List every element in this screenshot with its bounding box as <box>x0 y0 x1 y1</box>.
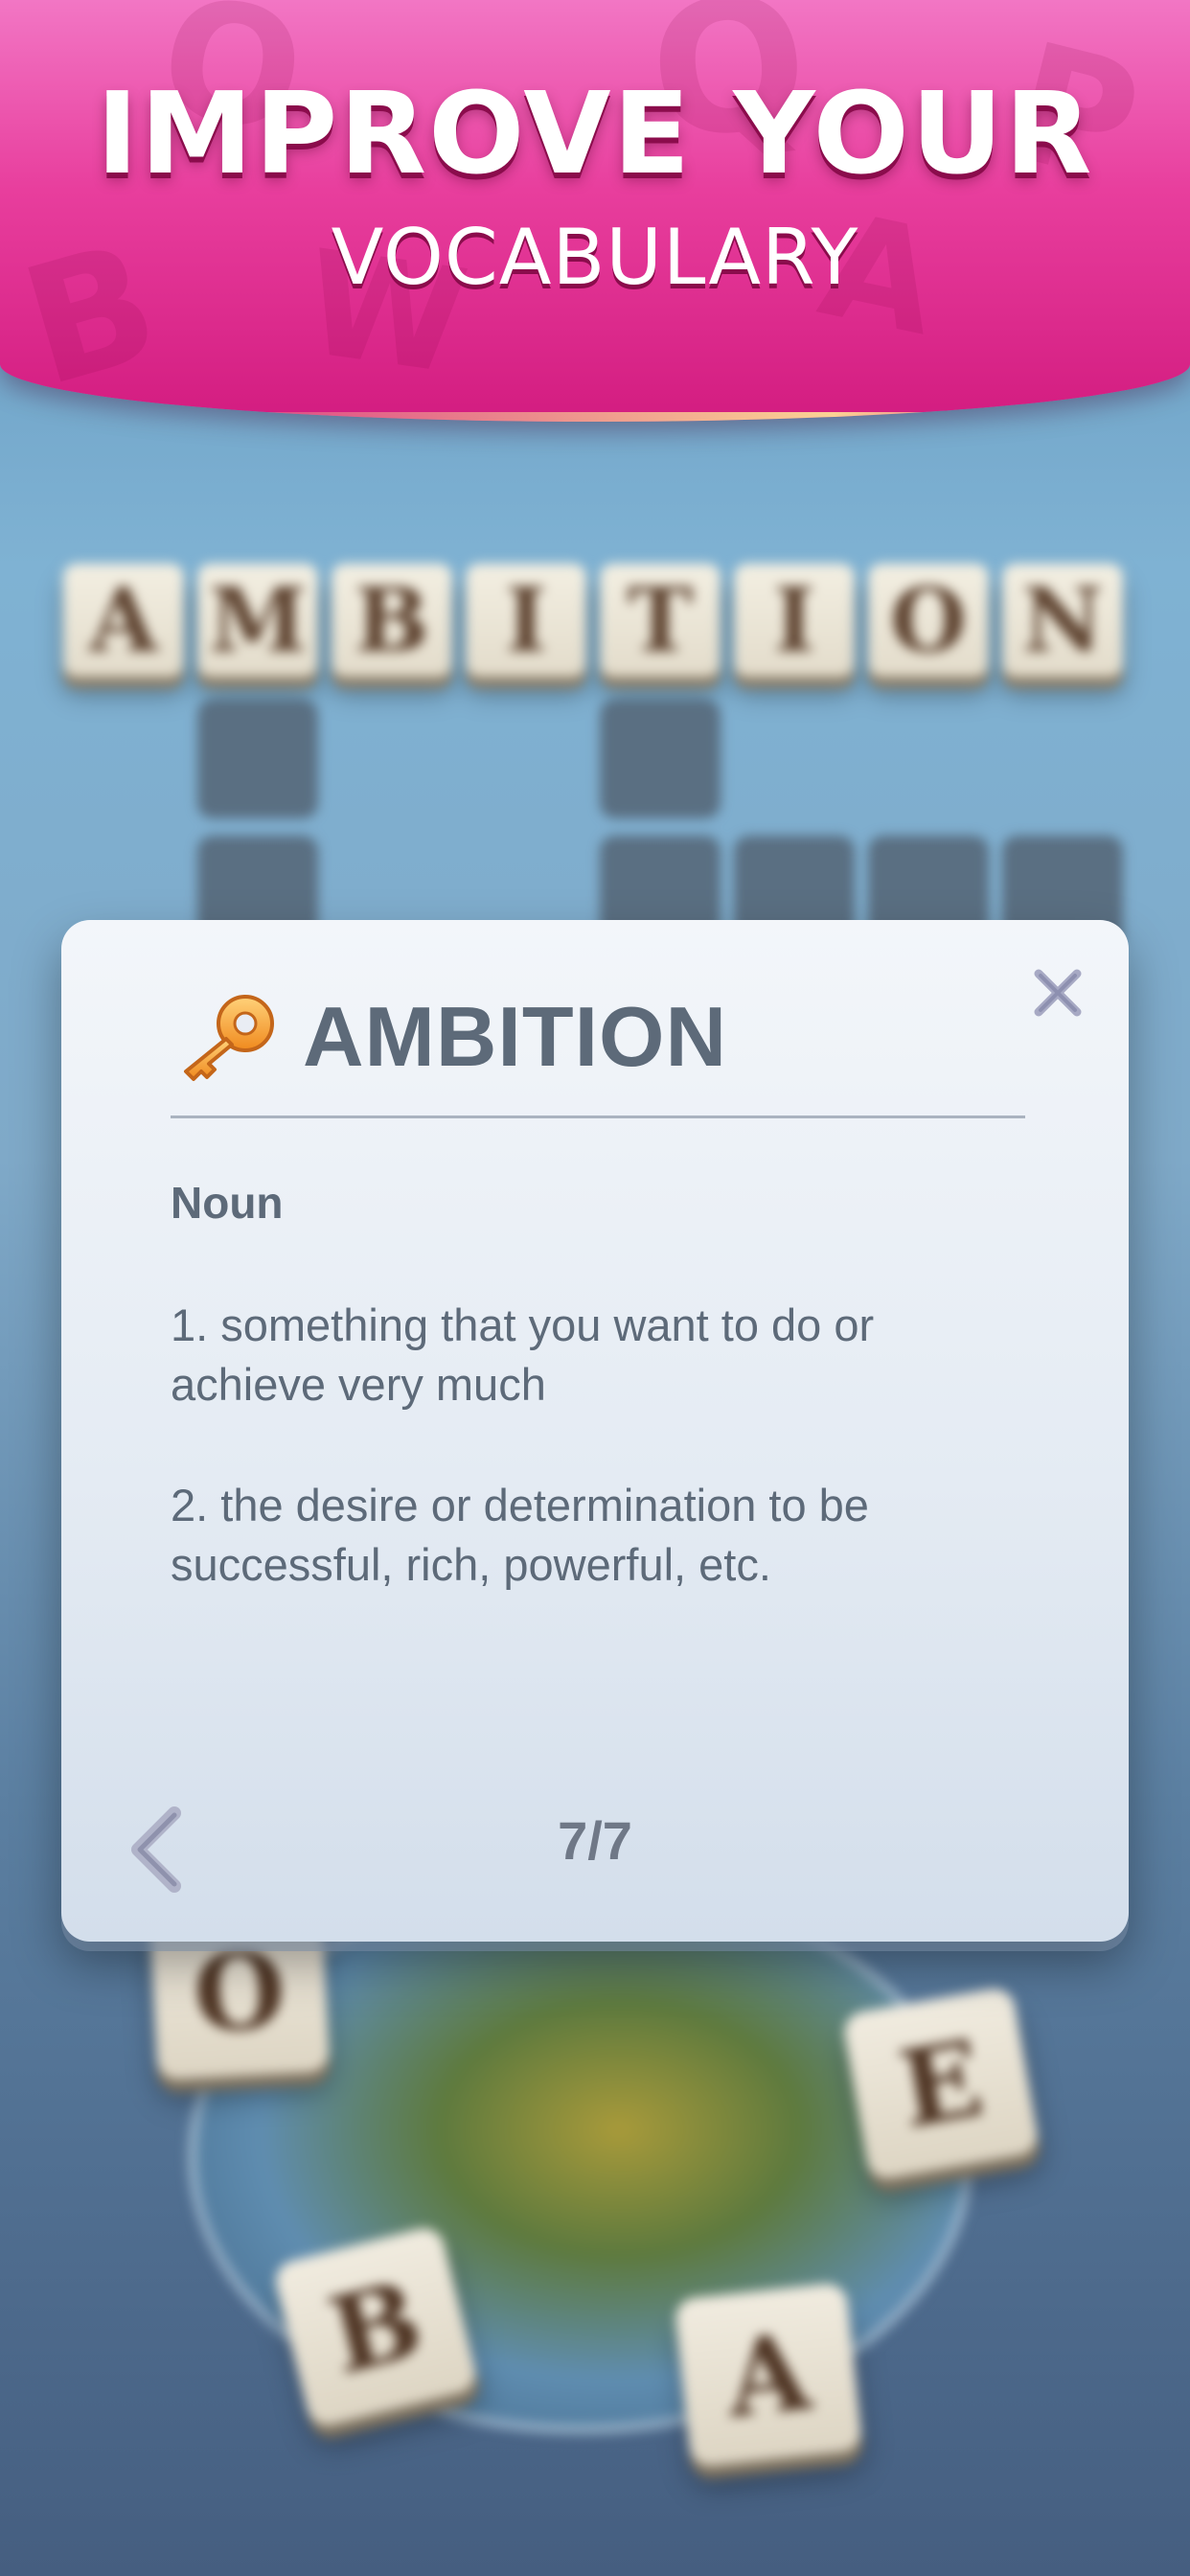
answer-tile: A <box>63 564 184 677</box>
close-icon <box>1034 969 1082 1017</box>
word-title: AMBITION <box>303 989 728 1084</box>
definition-item: 2. the desire or determination to be suc… <box>171 1480 869 1590</box>
definition-item: 1. something that you want to do or achi… <box>171 1300 875 1410</box>
divider <box>171 1116 1025 1118</box>
answer-tile: I <box>734 564 855 677</box>
answer-tile: B <box>332 564 452 677</box>
part-of-speech: Noun <box>171 1178 284 1228</box>
page-indicator: 7/7 <box>558 1810 632 1871</box>
word-definition-dialog: AMBITION Noun 1. something that you want… <box>61 920 1129 1942</box>
answer-tile: N <box>1002 564 1123 677</box>
banner-title: IMPROVE YOUR <box>96 67 1094 199</box>
answer-tile: O <box>868 564 989 677</box>
wheel-letter-tile: A <box>674 2282 863 2468</box>
answer-tile: I <box>466 564 586 677</box>
promo-banner: B O W Q A P IMPROVE YOUR VOCABULARY <box>0 0 1190 422</box>
wheel-letter-tile: E <box>841 1985 1041 2182</box>
answer-tile: M <box>197 564 318 677</box>
empty-slot <box>600 700 721 818</box>
banner-subtitle: VOCABULARY <box>331 213 859 302</box>
key-icon <box>184 995 274 1081</box>
answer-tile: T <box>600 564 721 677</box>
empty-slot <box>197 700 318 818</box>
close-button[interactable] <box>1029 964 1087 1022</box>
